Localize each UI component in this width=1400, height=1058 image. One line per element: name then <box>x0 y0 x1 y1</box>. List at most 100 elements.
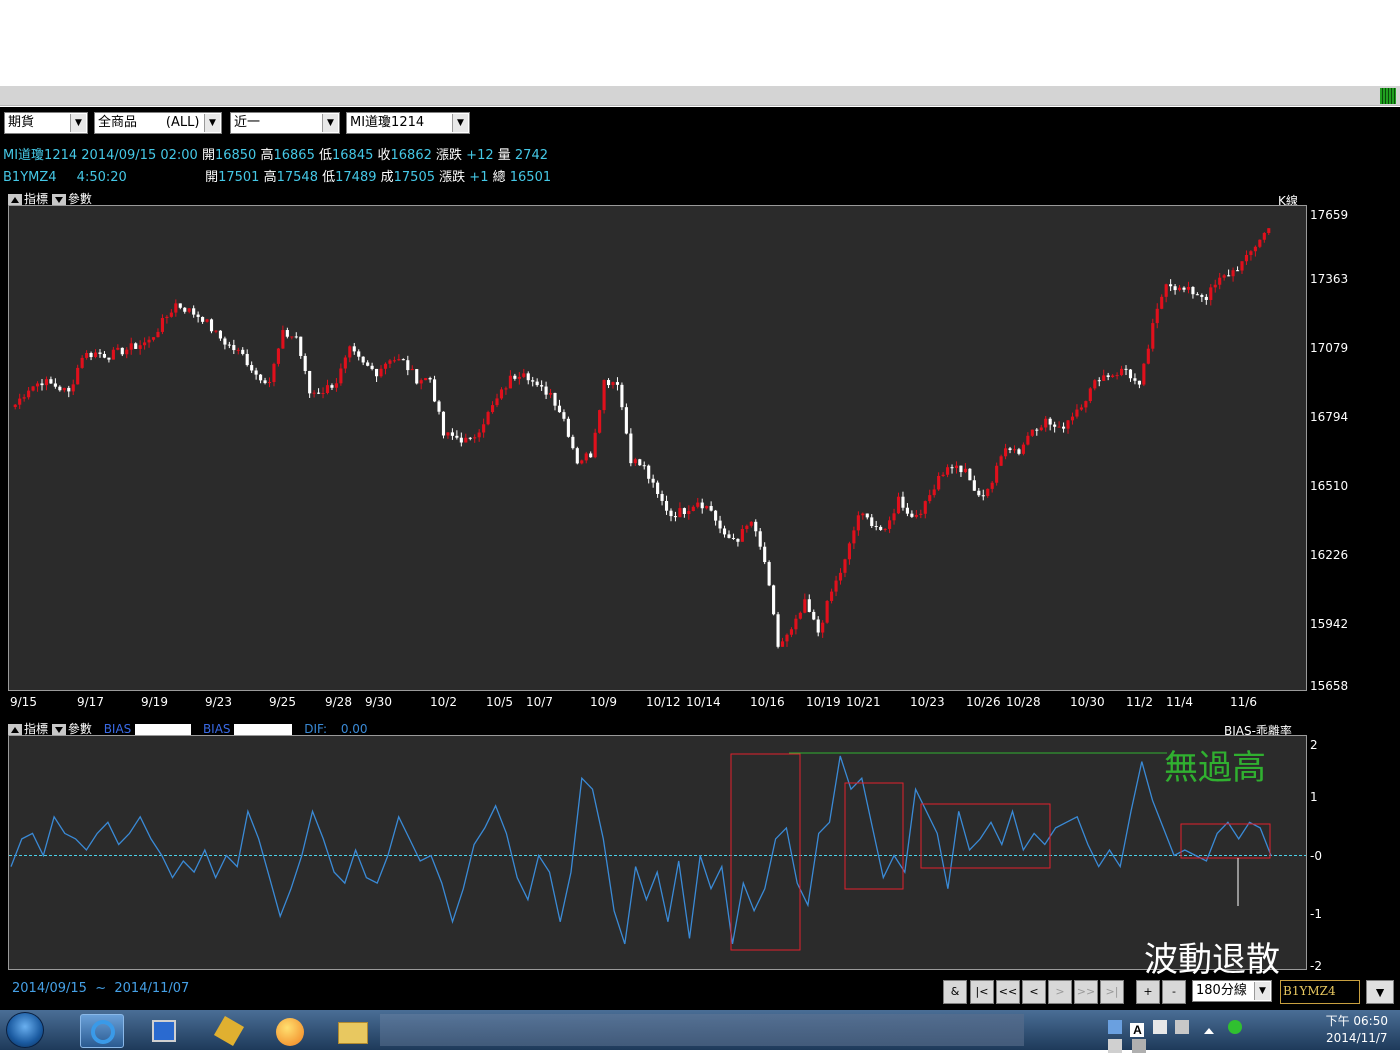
chat-icon[interactable] <box>1228 1020 1243 1034</box>
param-button[interactable]: 參數 <box>68 192 92 206</box>
expand-down-icon[interactable] <box>51 723 66 736</box>
tool-taskbar-icon[interactable] <box>208 1014 252 1048</box>
collapse-up-icon[interactable] <box>8 193 22 206</box>
input-method-icon[interactable]: A <box>1130 1023 1145 1037</box>
candle-body <box>62 387 66 391</box>
dropdown-arrow-icon[interactable]: ▼ <box>1366 980 1394 1004</box>
candle-body <box>727 534 731 538</box>
symbol-input[interactable]: B1YMZ4 <box>1280 980 1360 1004</box>
quote1-name: MI道瓊1214 <box>3 148 78 163</box>
zoom-in-button[interactable]: + <box>1136 980 1160 1004</box>
candle-body <box>259 374 263 381</box>
volume-icon[interactable] <box>1132 1039 1147 1053</box>
quote2-time: 4:50:20 <box>76 170 127 185</box>
candle-body <box>673 516 678 518</box>
chevron-down-icon[interactable]: ▼ <box>204 114 220 132</box>
expand-down-icon[interactable] <box>51 193 66 206</box>
taskbar-clock[interactable]: 下午 06:50 2014/11/7 <box>1326 1013 1388 1047</box>
candle-body <box>754 521 758 532</box>
candle-body <box>901 496 905 508</box>
bias2-input[interactable] <box>234 723 293 736</box>
candle-body <box>156 331 160 338</box>
low-value: 17489 <box>335 170 377 185</box>
keyboard-icon[interactable] <box>1175 1020 1190 1034</box>
signal-icon[interactable] <box>1380 88 1396 104</box>
candle-body <box>67 387 71 392</box>
window-icon[interactable] <box>1152 1020 1167 1034</box>
flag-icon[interactable] <box>1108 1039 1122 1053</box>
candle-body <box>548 392 553 395</box>
symbol-select[interactable]: MI道瓊1214 ▼ <box>346 112 470 134</box>
kline-x-tick: 10/12 <box>646 695 681 709</box>
app-taskbar-icon[interactable] <box>268 1014 312 1048</box>
candle-body <box>968 468 972 481</box>
market-select[interactable]: 期貨 ▼ <box>4 112 88 134</box>
candle-body <box>1021 444 1025 454</box>
kline-chart[interactable] <box>8 205 1307 691</box>
nav-fast-back-button[interactable]: << <box>996 980 1020 1004</box>
bias-y-tick: -2 <box>1310 959 1322 973</box>
chevron-down-icon[interactable]: ▼ <box>1254 982 1270 1000</box>
candle-body <box>1204 296 1208 300</box>
zoom-out-button[interactable]: - <box>1162 980 1186 1004</box>
candle-body <box>1088 388 1092 402</box>
open-label: 開 <box>205 170 219 185</box>
candle-body <box>531 380 535 382</box>
candle-body <box>526 373 530 381</box>
explorer-taskbar-icon[interactable] <box>332 1014 376 1048</box>
nav-fast-forward-button[interactable]: >> <box>1074 980 1098 1004</box>
candle-body <box>919 513 923 515</box>
param-button[interactable]: 參數 <box>68 722 92 736</box>
media-player-taskbar-icon[interactable] <box>144 1014 188 1048</box>
candle-body <box>803 599 807 613</box>
kline-y-tick: 15942 <box>1310 617 1349 631</box>
nav-forward-button[interactable]: > <box>1048 980 1072 1004</box>
candle-body <box>111 349 115 360</box>
candle-body <box>852 530 856 544</box>
chevron-down-icon[interactable]: ▼ <box>452 114 468 132</box>
indicator-button[interactable]: 指標 <box>24 192 48 206</box>
annotation-volatility-fading: 波動退散 <box>1144 940 1280 980</box>
chevron-down-icon[interactable]: ▼ <box>70 114 86 132</box>
candle-body <box>896 496 901 514</box>
candle-body <box>963 468 967 473</box>
nav-last-button[interactable]: >| <box>1100 980 1124 1004</box>
candle-body <box>615 382 620 385</box>
candle-body <box>1111 375 1115 377</box>
kline-x-tick: 10/28 <box>1006 695 1041 709</box>
chevron-down-icon[interactable]: ▼ <box>322 114 338 132</box>
candle-body <box>1066 420 1070 429</box>
candle-body <box>1084 401 1088 408</box>
candle-body <box>705 506 709 509</box>
show-hidden-icons-icon[interactable] <box>1203 1028 1214 1034</box>
network-icon[interactable] <box>1108 1020 1122 1034</box>
candle-body <box>1177 287 1182 291</box>
product-select[interactable]: 全商品 (ALL) ▼ <box>94 112 222 134</box>
interval-select[interactable]: 180分線 ▼ <box>1192 980 1272 1002</box>
bias-chart[interactable] <box>8 735 1307 970</box>
browser-taskbar-icon[interactable] <box>80 1014 124 1048</box>
candle-body <box>656 482 660 494</box>
indicator-button[interactable]: 指標 <box>24 722 48 736</box>
candle-body <box>937 475 941 490</box>
date-tilde: ~ <box>95 981 107 996</box>
tool-icon <box>213 1015 245 1047</box>
low-label: 低 <box>322 170 336 185</box>
candle-body <box>1240 261 1244 271</box>
nav-back-button[interactable]: < <box>1022 980 1046 1004</box>
close-label: 收 <box>377 148 391 163</box>
start-button[interactable] <box>6 1012 44 1048</box>
candle-body <box>370 365 374 369</box>
candle-body <box>736 538 740 542</box>
candle-body <box>1182 287 1186 290</box>
nav-amp-button[interactable]: & <box>943 980 967 1004</box>
bias1-input[interactable] <box>135 723 192 736</box>
candle-body <box>714 510 718 521</box>
dif-value: 0.00 <box>340 722 368 736</box>
candle-body <box>58 386 62 391</box>
nav-first-button[interactable]: |< <box>970 980 994 1004</box>
taskbar-window-preview[interactable] <box>380 1014 1024 1046</box>
candle-body <box>147 339 151 343</box>
period-select[interactable]: 近一 ▼ <box>230 112 340 134</box>
collapse-up-icon[interactable] <box>8 723 22 736</box>
